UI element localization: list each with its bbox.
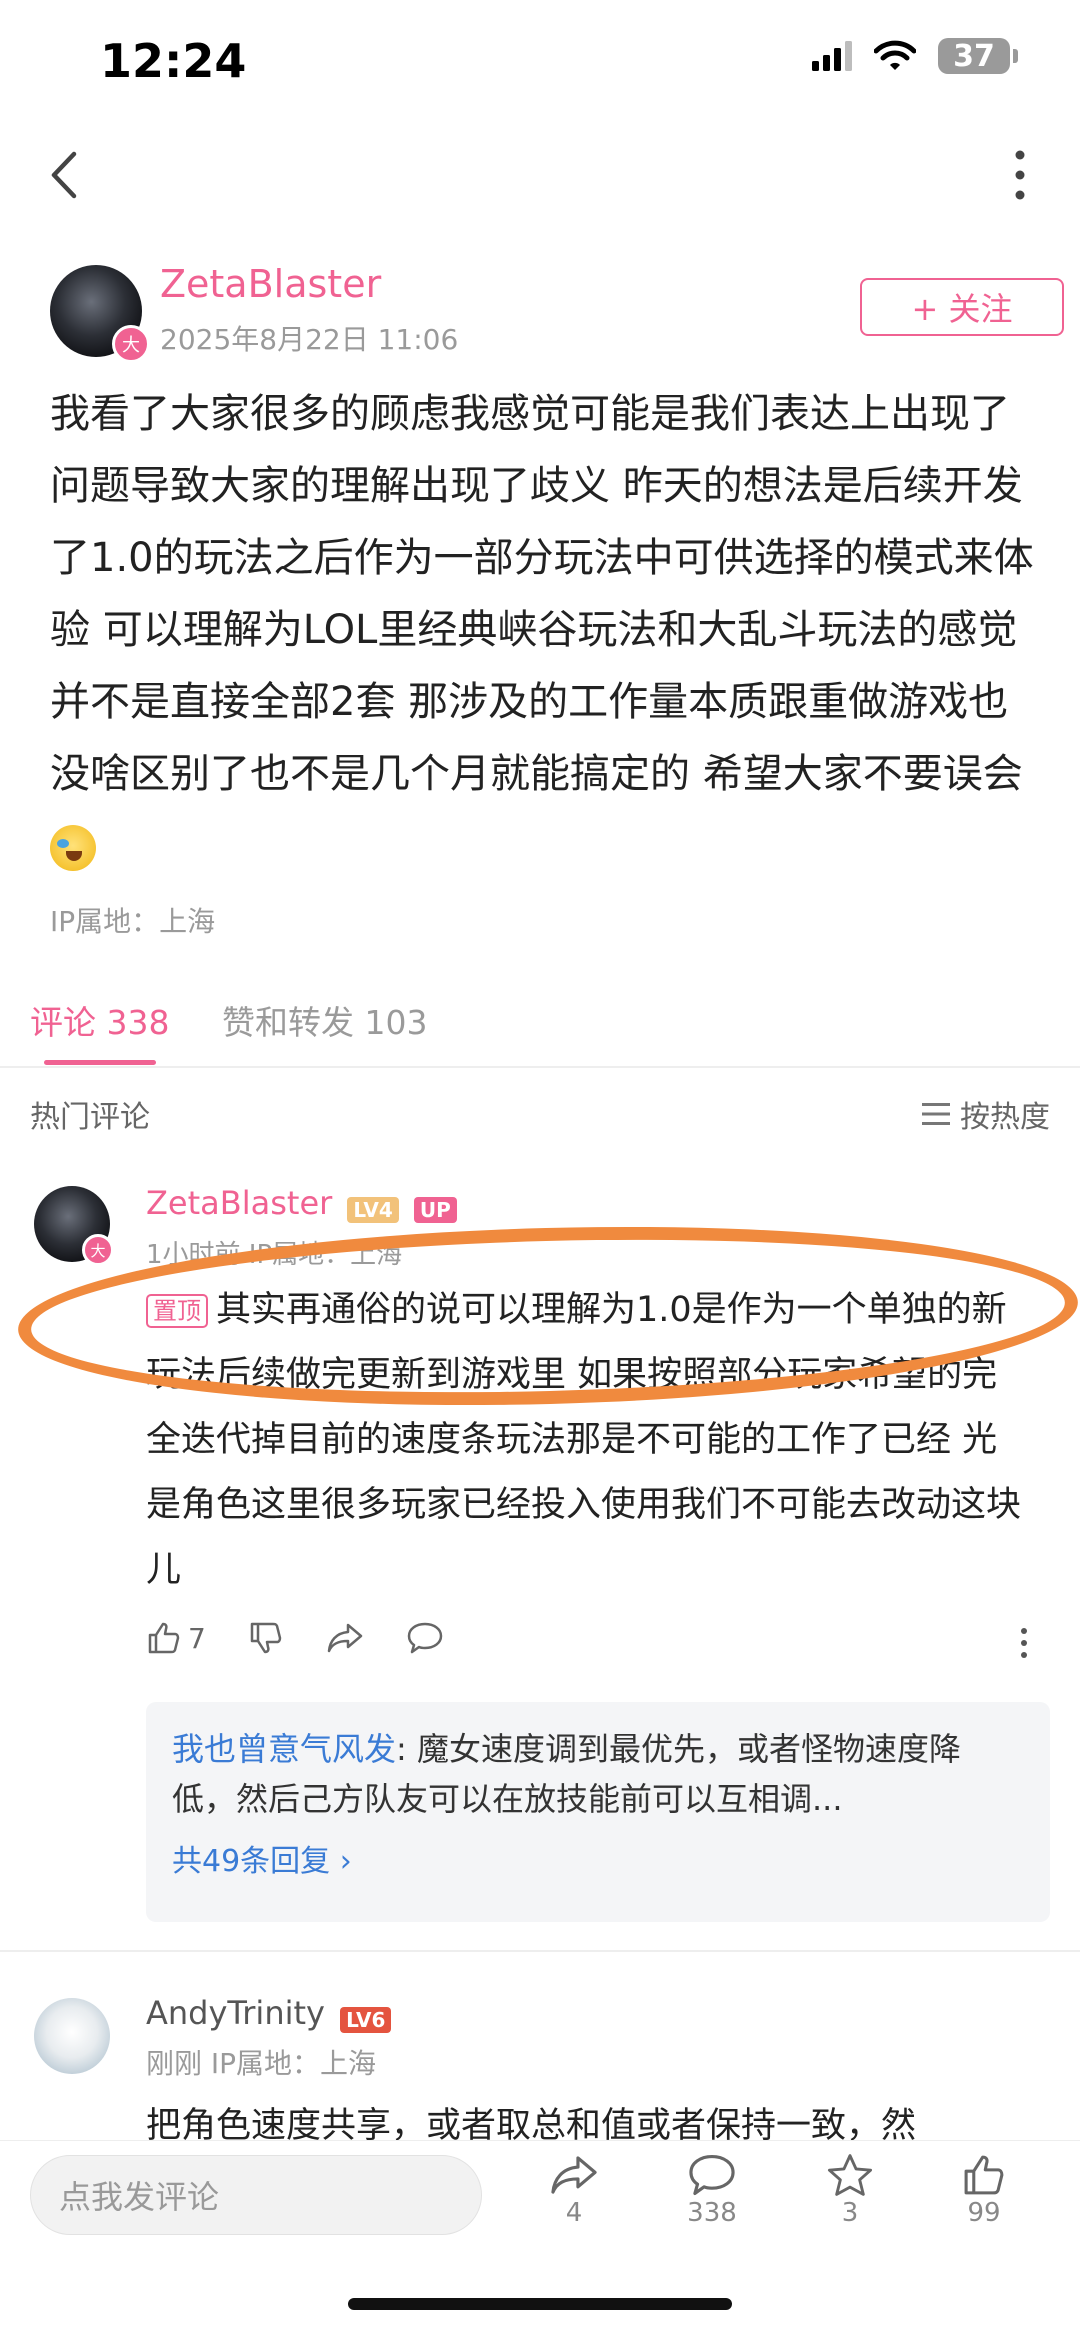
reply-text: 我也曾意气风发: 魔女速度调到最优先，或者怪物速度降低，然后己方队友可以在放技能…	[172, 1724, 1024, 1824]
favorite-count: 3	[841, 2198, 859, 2228]
comment-header: AndyTrinity LV6	[146, 1994, 392, 2033]
share-button[interactable]: 4	[524, 2152, 624, 2228]
tab-comments[interactable]: 评论 338	[30, 996, 169, 1044]
comment-meta: 刚刚 IP属地：上海	[146, 2047, 377, 2080]
thumbs-down-icon[interactable]	[248, 1620, 284, 1656]
comment-input[interactable]: 点我发评论	[30, 2155, 482, 2235]
sort-button[interactable]: 按热度	[922, 1092, 1050, 1136]
comment-author-name[interactable]: AndyTrinity	[146, 1994, 325, 2032]
post-date: 2025年8月22日 11:06	[160, 323, 459, 356]
status-icons: 37	[812, 38, 1018, 74]
comment-count: 338	[687, 2198, 737, 2228]
star-icon	[827, 2154, 873, 2196]
comment-author-name[interactable]: ZetaBlaster	[146, 1184, 332, 1222]
author-name[interactable]: ZetaBlaster	[160, 262, 381, 306]
hot-comments-label: 热门评论	[30, 1100, 150, 1135]
thumbs-up-icon	[148, 1622, 180, 1654]
more-options-button[interactable]	[1000, 145, 1040, 205]
comment-like-count: 7	[188, 1621, 206, 1655]
author-avatar-badge: 大	[112, 325, 150, 363]
sort-lines-icon	[922, 1103, 950, 1125]
comment-avatar-badge: 大	[82, 1234, 114, 1266]
like-button[interactable]: 99	[934, 2152, 1034, 2228]
thumbs-up-icon	[964, 2155, 1004, 2195]
comment-avatar[interactable]	[34, 1998, 110, 2074]
reply-preview[interactable]: 我也曾意气风发: 魔女速度调到最优先，或者怪物速度降低，然后己方队友可以在放技能…	[146, 1702, 1050, 1922]
comment-header: ZetaBlaster LV4 UP	[146, 1184, 457, 1223]
status-time: 12:24	[100, 34, 247, 88]
tab-active-indicator	[44, 1060, 156, 1065]
share-count: 4	[565, 2198, 583, 2228]
back-button[interactable]	[40, 140, 100, 210]
tabs-divider	[0, 1066, 1080, 1068]
laughing-tears-emoji-icon	[50, 825, 96, 871]
battery-icon: 37	[938, 38, 1018, 74]
post-body-text: 我看了大家很多的顾虑我感觉可能是我们表达上出现了问题导致大家的理解出现了歧义 昨…	[50, 391, 1034, 797]
favorite-button[interactable]: 3	[800, 2152, 900, 2228]
comment-more-button[interactable]	[1016, 1626, 1032, 1664]
level-badge: LV6	[340, 2006, 392, 2033]
signal-icon	[812, 41, 852, 71]
comment-like-button[interactable]: 7	[146, 1620, 206, 1656]
post-body: 我看了大家很多的顾虑我感觉可能是我们表达上出现了问题导致大家的理解出现了歧义 昨…	[50, 378, 1040, 882]
comments-button[interactable]: 338	[662, 2152, 762, 2228]
view-all-replies-link[interactable]: 共49条回复 ›	[172, 1836, 1024, 1880]
level-badge: LV4	[347, 1196, 399, 1223]
up-badge: UP	[413, 1196, 457, 1223]
like-count: 99	[967, 2198, 1001, 2228]
comment-bubble-icon[interactable]	[406, 1621, 444, 1655]
post-ip-location: IP属地：上海	[50, 905, 216, 938]
more-vertical-icon	[1015, 150, 1025, 200]
chevron-left-icon	[51, 151, 77, 199]
wifi-icon	[874, 40, 916, 70]
share-icon[interactable]	[326, 1621, 364, 1655]
comment-bubble-icon	[689, 2154, 735, 2195]
tab-likes-shares[interactable]: 赞和转发 103	[222, 996, 427, 1044]
sort-label: 按热度	[960, 1100, 1050, 1135]
comment-separator	[0, 1950, 1080, 1952]
comment-actions: 7	[146, 1620, 444, 1656]
home-indicator	[348, 2298, 732, 2310]
reply-author[interactable]: 我也曾意气风发	[172, 1730, 396, 1768]
more-vertical-icon	[1021, 1628, 1027, 1658]
follow-button[interactable]: + 关注	[860, 278, 1064, 336]
share-icon	[551, 2156, 597, 2194]
